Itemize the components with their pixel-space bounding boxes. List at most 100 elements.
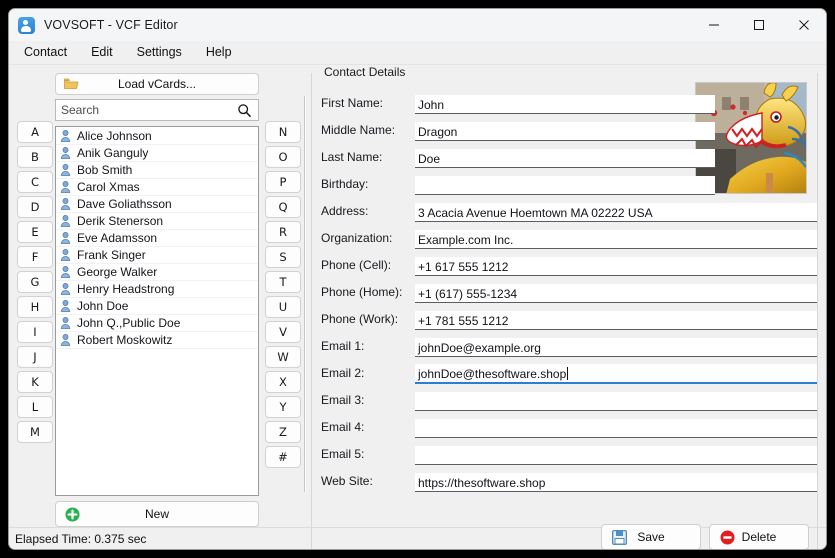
alpha-button-b[interactable]: B [17,146,53,168]
alpha-button-n[interactable]: N [265,121,301,143]
save-button[interactable]: Save [601,524,701,549]
list-item[interactable]: Dave Goliathsson [56,196,258,213]
field-input-middle-name[interactable]: Dragon [415,122,715,141]
menu-item-settings[interactable]: Settings [132,43,192,62]
contact-name: Eve Adamsson [77,231,158,245]
field-input-phone-cell[interactable]: +1 617 555 1212 [415,257,817,276]
list-item[interactable]: George Walker [56,264,258,281]
alpha-button-r[interactable]: R [265,221,301,243]
delete-label: Delete [741,530,777,544]
field-input-address[interactable]: 3 Acacia Avenue Hoemtown MA 02222 USA [415,203,817,222]
alpha-button-h[interactable]: H [17,296,53,318]
field-input-birthday[interactable] [415,176,715,195]
field-value-first-name: John [418,97,445,112]
field-row-phone-cell: Phone (Cell): +1 617 555 1212 [312,249,817,276]
contact-name: Frank Singer [77,248,146,262]
panel-splitter[interactable] [301,69,309,527]
field-label-phone-home: Phone (Home): [321,285,403,299]
menu-item-edit[interactable]: Edit [86,43,123,62]
field-input-phone-work[interactable]: +1 781 555 1212 [415,311,817,330]
delete-button[interactable]: Delete [709,524,809,549]
list-item[interactable]: Carol Xmas [56,179,258,196]
alpha-button-p[interactable]: P [265,171,301,193]
alpha-button-q[interactable]: Q [265,196,301,218]
field-input-organization[interactable]: Example.com Inc. [415,230,817,249]
alpha-button-a[interactable]: A [17,121,53,143]
list-item[interactable]: John Doe [56,298,258,315]
field-input-first-name[interactable]: John [415,95,715,114]
alpha-button-g[interactable]: G [17,271,53,293]
list-item[interactable]: Henry Headstrong [56,281,258,298]
alpha-button-e[interactable]: E [17,221,53,243]
alpha-button-o[interactable]: O [265,146,301,168]
alpha-button-w[interactable]: W [265,346,301,368]
alpha-button-t[interactable]: T [265,271,301,293]
field-input-email-5[interactable] [415,446,817,465]
contact-name: Bob Smith [77,163,133,177]
alpha-button-l[interactable]: L [17,396,53,418]
field-row-address: Address: 3 Acacia Avenue Hoemtown MA 0222… [312,195,817,222]
alpha-index-left: ABCDEFGHIJKLM [17,73,53,527]
alpha-button-s[interactable]: S [265,246,301,268]
field-input-web-site[interactable]: https://thesoftware.shop [415,473,817,492]
field-input-email-4[interactable] [415,419,817,438]
alpha-button-f[interactable]: F [17,246,53,268]
field-row-email-3: Email 3: [312,384,817,411]
alpha-button-k[interactable]: K [17,371,53,393]
field-label-phone-cell: Phone (Cell): [321,258,392,272]
close-icon[interactable] [781,9,826,41]
contact-name: John Q.,Public Doe [77,316,181,330]
menu-item-help[interactable]: Help [201,43,242,62]
plus-circle-icon [65,507,80,525]
list-item[interactable]: Robert Moskowitz [56,332,258,349]
field-input-email-1[interactable]: johnDoe@example.org [415,338,817,357]
field-row-email-5: Email 5: [312,438,817,465]
load-vcards-button[interactable]: Load vCards... [55,73,259,95]
field-input-last-name[interactable]: Doe [415,149,715,168]
list-item[interactable]: Frank Singer [56,247,258,264]
alpha-button-i[interactable]: I [17,321,53,343]
alpha-button-c[interactable]: C [17,171,53,193]
alpha-button-d[interactable]: D [17,196,53,218]
list-item[interactable]: Alice Johnson [56,128,258,145]
alpha-button-v[interactable]: V [265,321,301,343]
contacts-panel: ABCDEFGHIJKLM Load vCards... Search Alic… [9,69,301,527]
alpha-button-u[interactable]: U [265,296,301,318]
search-icon[interactable] [237,103,252,123]
search-placeholder: Search [61,103,100,117]
maximize-icon[interactable] [736,9,781,41]
alpha-button-m[interactable]: M [17,421,53,443]
contact-name: Dave Goliathsson [77,197,172,211]
field-value-organization: Example.com Inc. [418,232,514,247]
minimize-icon[interactable] [691,9,736,41]
field-row-phone-home: Phone (Home): +1 (617) 555-1234 [312,276,817,303]
alpha-button-y[interactable]: Y [265,396,301,418]
list-item[interactable]: Eve Adamsson [56,230,258,247]
alpha-button-x[interactable]: X [265,371,301,393]
search-input[interactable]: Search [55,99,259,121]
field-label-email-1: Email 1: [321,339,365,353]
contact-name: Carol Xmas [77,180,140,194]
field-input-email-2[interactable]: johnDoe@thesoftware.shop [415,364,817,384]
field-input-email-3[interactable] [415,392,817,411]
field-value-phone-home: +1 (617) 555-1234 [418,286,518,301]
alpha-button-j[interactable]: J [17,346,53,368]
list-item[interactable]: John Q.,Public Doe [56,315,258,332]
alpha-button-z[interactable]: Z [265,421,301,443]
contacts-list[interactable]: Alice Johnson Anik Ganguly Bob Smith Carol … [55,126,259,496]
desktop-background: VOVSOFT - VCF Editor Contact Edit Settin… [0,0,835,558]
field-label-first-name: First Name: [321,96,384,110]
menu-bar: Contact Edit Settings Help [9,41,826,65]
alpha-button-hash[interactable]: # [265,446,301,468]
menu-item-contact[interactable]: Contact [19,43,77,62]
field-label-email-5: Email 5: [321,447,365,461]
field-value-address: 3 Acacia Avenue Hoemtown MA 02222 USA [418,205,653,220]
save-label: Save [637,530,665,544]
field-row-phone-work: Phone (Work): +1 781 555 1212 [312,303,817,330]
list-item[interactable]: Bob Smith [56,162,258,179]
list-item[interactable]: Derik Stenerson [56,213,258,230]
field-input-phone-home[interactable]: +1 (617) 555-1234 [415,284,817,303]
list-item[interactable]: Anik Ganguly [56,145,258,162]
new-contact-button[interactable]: New [55,501,259,527]
field-value-last-name: Doe [418,151,441,166]
